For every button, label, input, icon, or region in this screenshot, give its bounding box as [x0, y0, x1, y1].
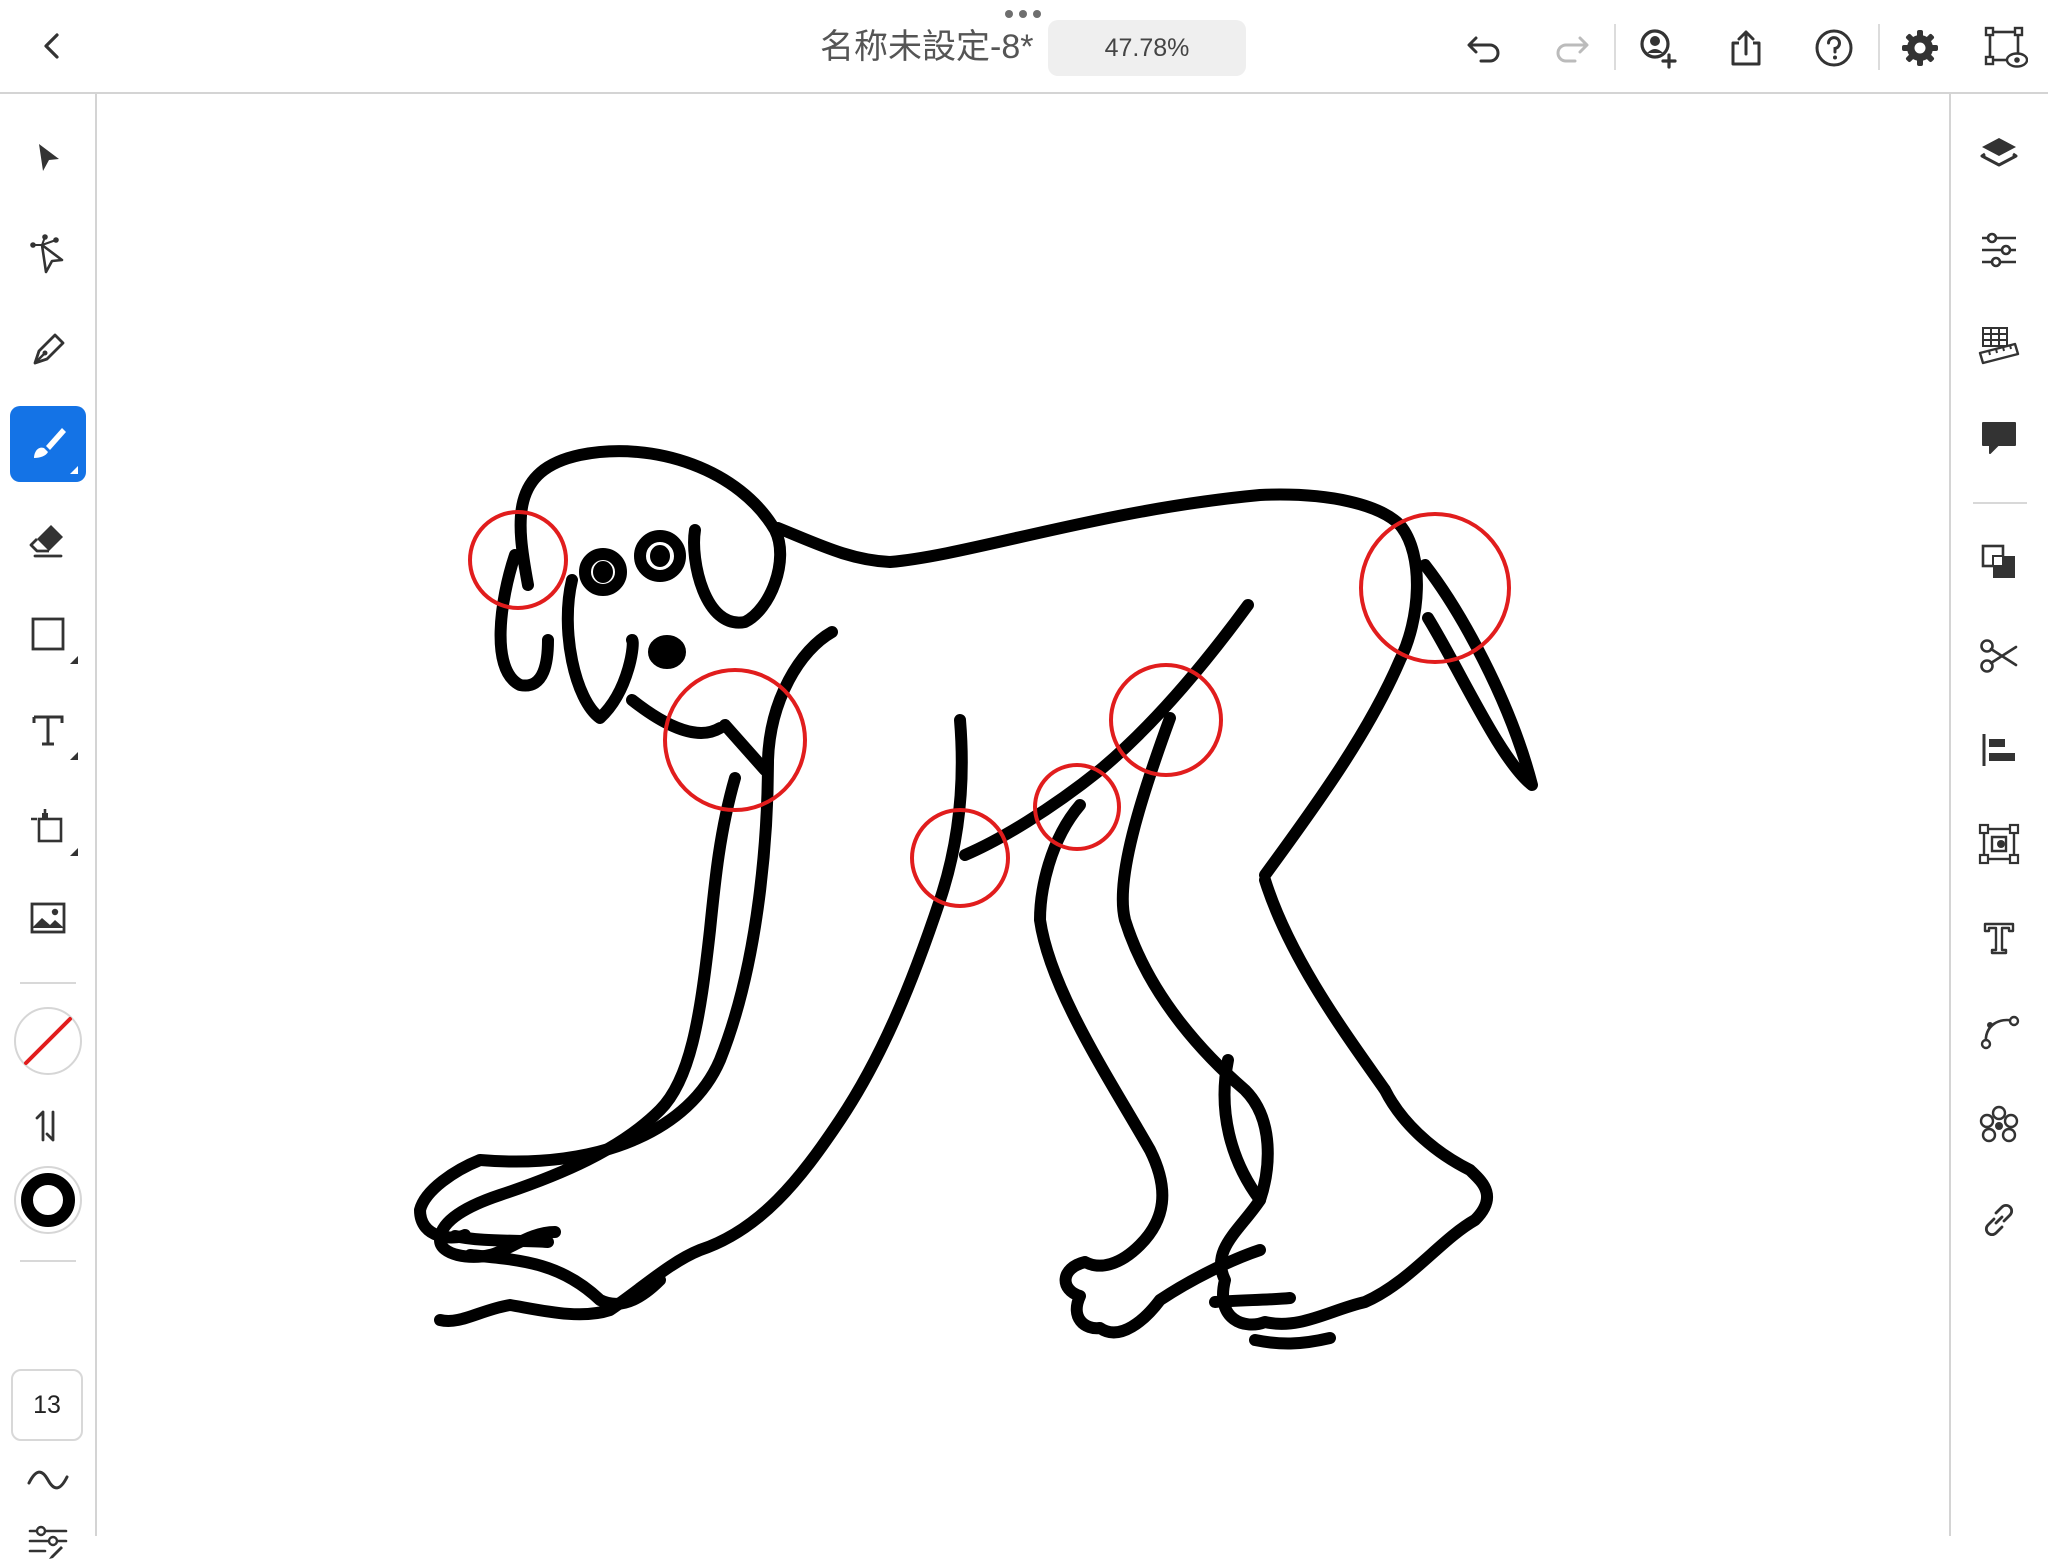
artboard-canvas[interactable]: [97, 94, 1949, 1536]
layers-icon[interactable]: [1971, 126, 2027, 182]
comments-icon[interactable]: [1971, 410, 2027, 466]
zoom-level[interactable]: 47.78%: [1048, 20, 1246, 76]
right-panel: [1949, 94, 2048, 1536]
document-title[interactable]: 名称未設定-8*: [820, 24, 1033, 70]
left-toolbar: 13: [0, 94, 97, 1559]
chest-line: [414, 626, 838, 1244]
pen-tool-icon[interactable]: [10, 312, 86, 388]
throat-mark: [719, 719, 771, 776]
tool-options-indicator: [70, 752, 78, 760]
toolbar-divider: [20, 1260, 76, 1262]
toolbar-divider: [1614, 24, 1616, 70]
stroke-swatch[interactable]: [10, 1162, 86, 1238]
muzzle: [561, 574, 726, 739]
tool-options-indicator: [70, 466, 78, 474]
middle-leg: [1116, 712, 1494, 1331]
smoothing-icon[interactable]: [10, 1452, 86, 1508]
tail: [1419, 559, 1538, 791]
invite-icon[interactable]: [1632, 22, 1684, 74]
selection-tool-icon[interactable]: [10, 120, 86, 196]
direct-selection-tool-icon[interactable]: [10, 216, 86, 292]
undo-icon[interactable]: [1458, 22, 1510, 74]
pencil-brush-tool-icon[interactable]: [10, 406, 86, 482]
top-toolbar: 名称未設定-8* 47.78%: [0, 0, 2048, 94]
toolbar-divider: [20, 982, 76, 984]
grid-rulers-icon[interactable]: [1971, 316, 2027, 372]
toolbar-divider: [1878, 24, 1880, 70]
properties-icon[interactable]: [1971, 222, 2027, 278]
redo-icon[interactable]: [1546, 22, 1598, 74]
share-icon[interactable]: [1720, 22, 1772, 74]
rectangle-tool-icon[interactable]: [10, 596, 86, 672]
eraser-tool-icon[interactable]: [10, 502, 86, 578]
path-operations-icon[interactable]: [1971, 628, 2027, 684]
preview-icon[interactable]: [1980, 22, 2032, 74]
help-icon[interactable]: [1808, 22, 1860, 74]
type-options-icon[interactable]: [1971, 910, 2027, 966]
type-tool-icon[interactable]: [10, 692, 86, 768]
fill-swatch[interactable]: [10, 1003, 86, 1079]
panel-divider: [1973, 502, 2027, 504]
place-image-icon[interactable]: [10, 880, 86, 956]
transform-tool-icon[interactable]: [10, 788, 86, 864]
links-icon[interactable]: [1971, 1192, 2027, 1248]
path-tools-icon[interactable]: [1971, 1004, 2027, 1060]
arrange-icon[interactable]: [1971, 534, 2027, 590]
brush-settings-icon[interactable]: [10, 1516, 86, 1568]
back-line: [772, 488, 1423, 881]
tool-options-indicator: [70, 656, 78, 664]
align-icon[interactable]: [1971, 722, 2027, 778]
nose: [648, 635, 686, 669]
crop-mask-icon[interactable]: [1971, 816, 2027, 872]
repeat-icon[interactable]: [1971, 1098, 2027, 1154]
monkey-line-drawing: [414, 445, 1538, 1350]
belly-line: [959, 599, 1254, 861]
back-icon[interactable]: [28, 22, 76, 70]
settings-icon[interactable]: [1894, 22, 1946, 74]
swap-fill-stroke-icon[interactable]: [10, 1102, 86, 1150]
stroke-width-field[interactable]: 13: [11, 1369, 83, 1441]
tool-options-indicator: [70, 848, 78, 856]
front-arm-inner: [434, 772, 741, 1263]
